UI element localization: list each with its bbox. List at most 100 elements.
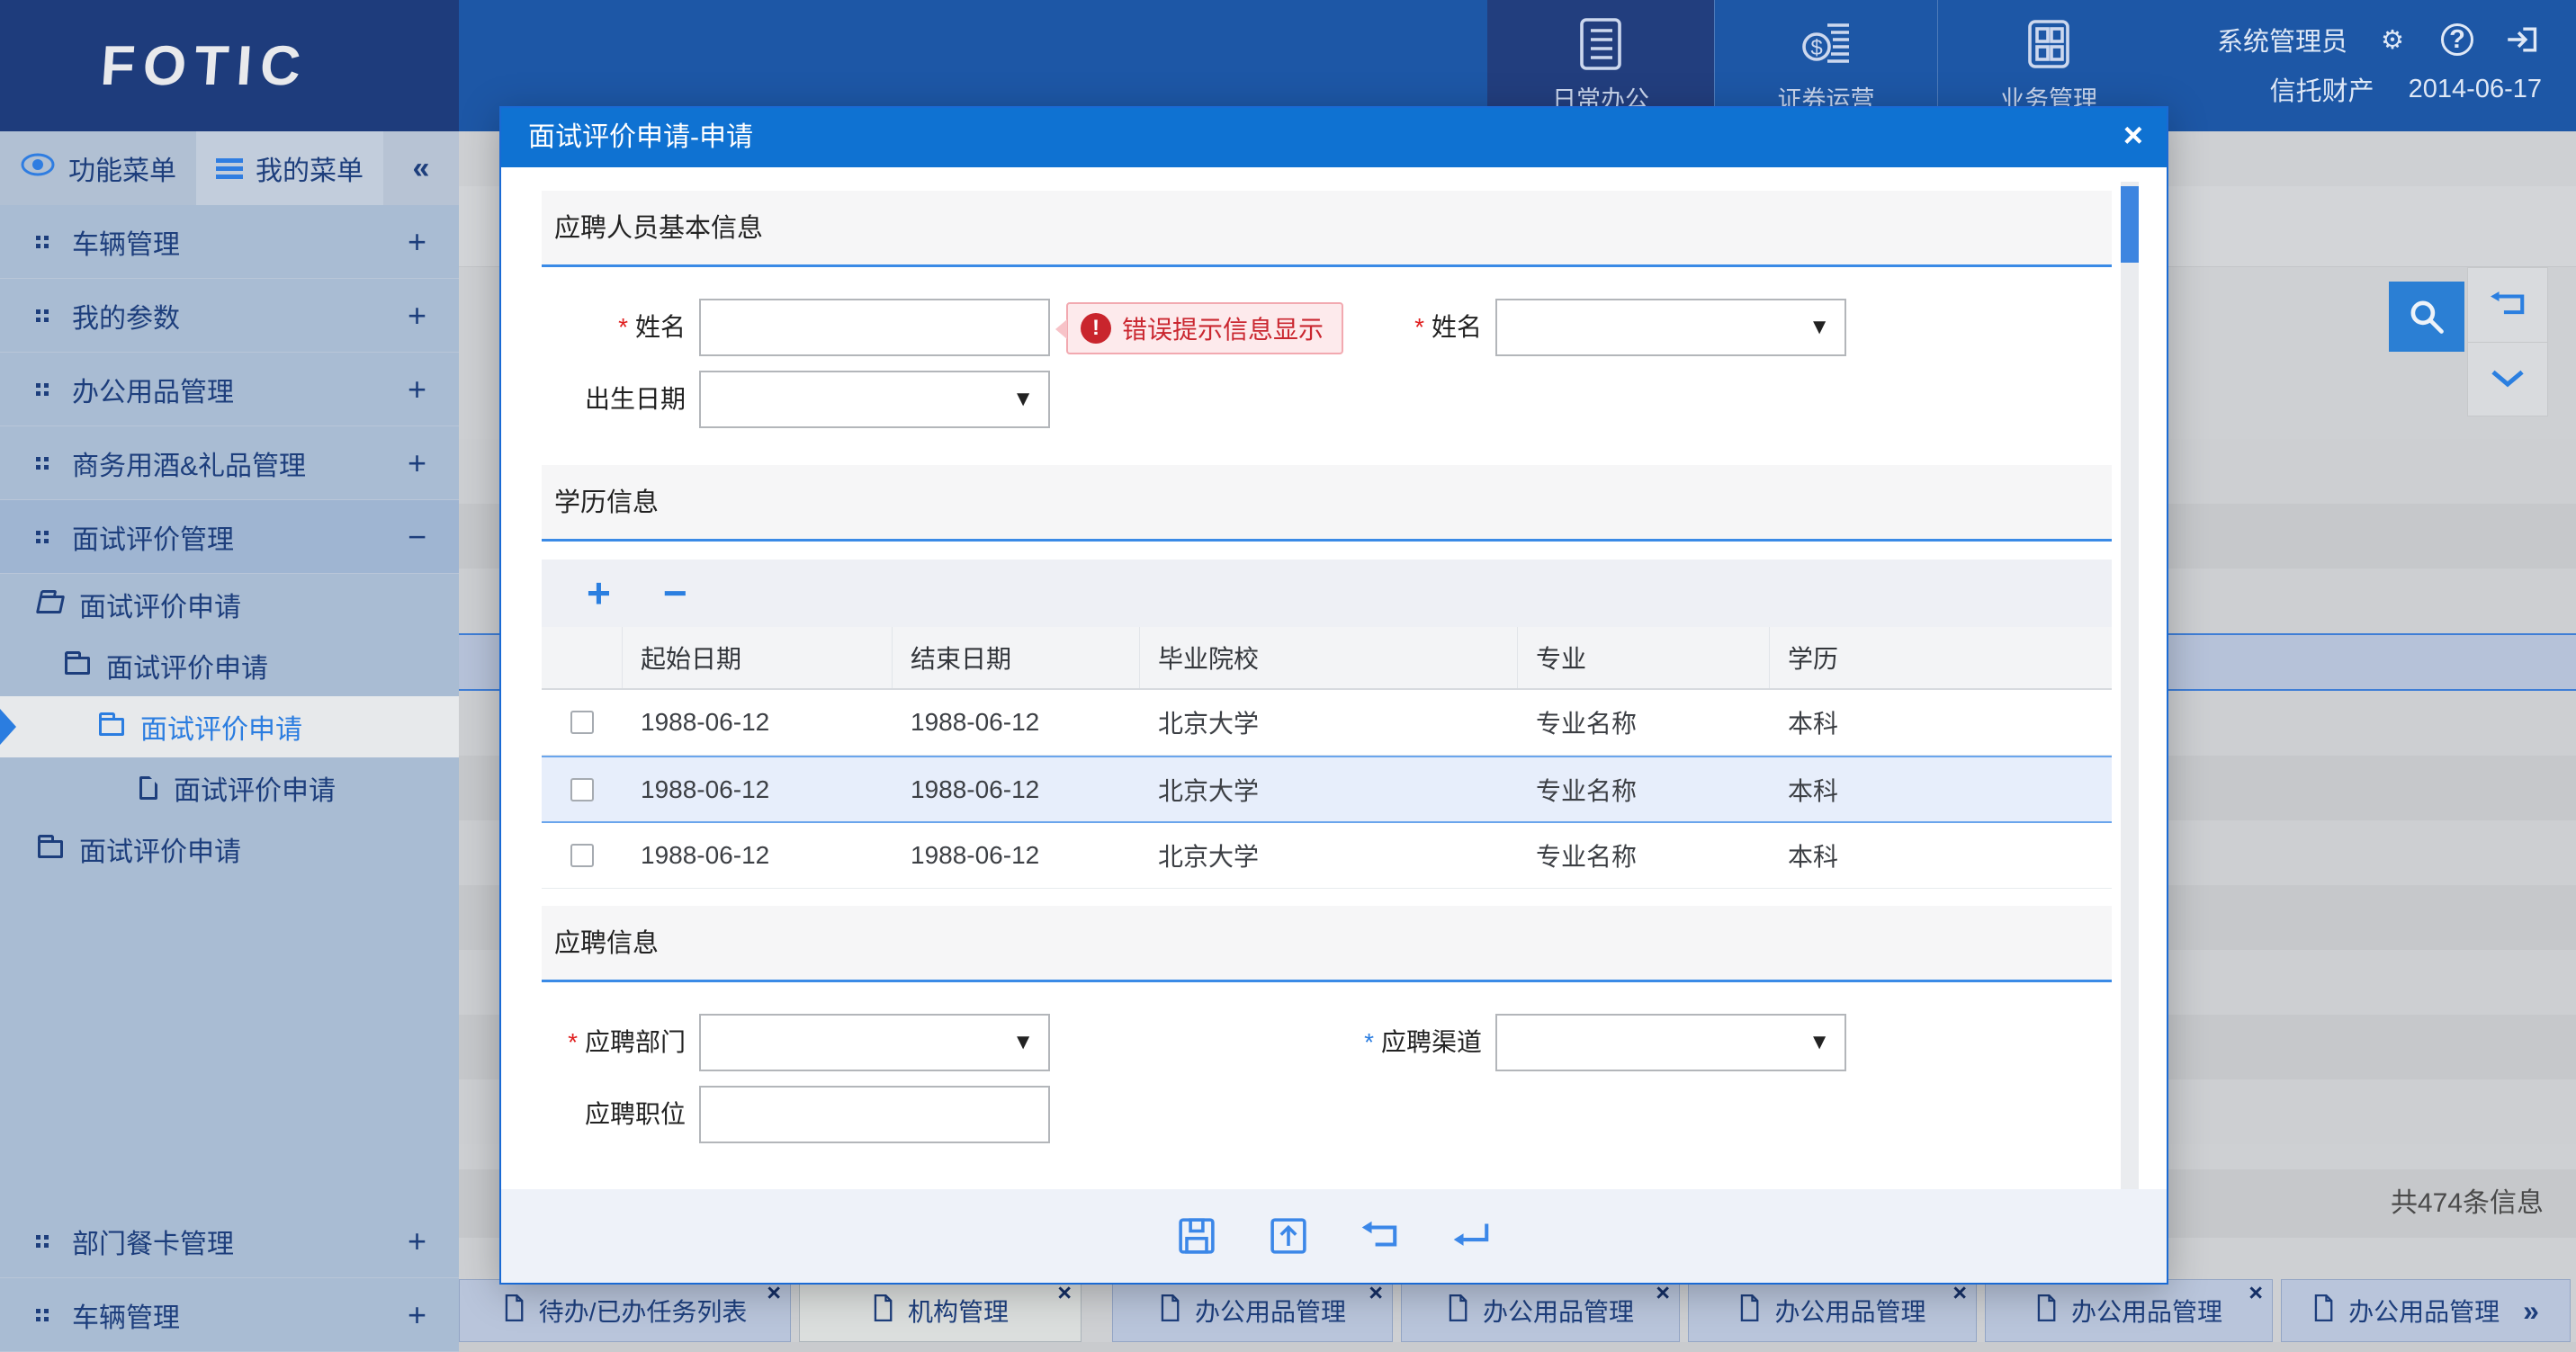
column-end-date: 结束日期: [893, 627, 1140, 688]
expand-toggle[interactable]: +: [408, 444, 426, 482]
page-tab[interactable]: 办公用品管理 × »: [1401, 1279, 1680, 1342]
tab-label: 办公用品管理: [1483, 1293, 1634, 1329]
tree-node[interactable]: 面试评价申请: [0, 574, 459, 635]
required-mark: *: [618, 313, 628, 341]
scrollbar-thumb[interactable]: [2121, 186, 2139, 263]
page-tab[interactable]: 办公用品管理 × »: [1112, 1279, 1393, 1342]
tab-label: 办公用品管理: [2348, 1293, 2500, 1329]
save-button[interactable]: [1176, 1215, 1217, 1257]
logout-icon[interactable]: [2502, 20, 2542, 59]
cell-end-date: 1988-06-12: [893, 823, 1140, 888]
sidebar-group[interactable]: 部门餐卡管理 +: [0, 1204, 459, 1278]
expand-toggle[interactable]: +: [408, 297, 426, 335]
expand-toggle[interactable]: +: [408, 1222, 426, 1260]
page-tab[interactable]: 待办/已办任务列表 × »: [459, 1279, 791, 1342]
row-checkbox[interactable]: [570, 711, 594, 734]
securities-icon: $: [1715, 14, 1937, 78]
name2-label: *姓名: [1302, 299, 1482, 356]
org-name: 信托财产: [2270, 70, 2374, 108]
expand-toggle[interactable]: +: [408, 1296, 426, 1334]
page-tab[interactable]: 办公用品管理 × »: [1688, 1279, 1977, 1342]
group-label: 商务用酒&礼品管理: [72, 443, 408, 483]
group-label: 我的参数: [72, 296, 408, 336]
dialog-footer: [501, 1189, 2167, 1283]
menu-icon: [216, 158, 243, 163]
cell-school: 北京大学: [1140, 690, 1518, 755]
column-major: 专业: [1518, 627, 1770, 688]
cell-end-date: 1988-06-12: [893, 757, 1140, 821]
menu-tree: 面试评价申请 面试评价申请 面试评价申请 面试评价申请: [0, 574, 459, 880]
sidebar-group[interactable]: 办公用品管理 +: [0, 353, 459, 426]
row-checkbox[interactable]: [570, 844, 594, 867]
education-table-header: 起始日期 结束日期 毕业院校 专业 学历: [542, 627, 2112, 690]
save-icon: [1177, 1216, 1216, 1256]
column-degree: 学历: [1770, 627, 2112, 688]
document-icon: [1159, 1294, 1180, 1328]
help-icon[interactable]: ?: [2437, 20, 2477, 59]
chevron-down-icon: [2489, 367, 2527, 390]
undo-button[interactable]: [1360, 1215, 1401, 1257]
collapse-sidebar-button[interactable]: «: [383, 131, 459, 205]
cell-major: 专业名称: [1518, 757, 1770, 821]
remove-row-button[interactable]: −: [663, 560, 687, 627]
logo-block: FOTIC: [0, 0, 459, 131]
apply-dept-dropdown[interactable]: ▼: [699, 1014, 1050, 1071]
section-basic-info: 应聘人员基本信息: [542, 191, 2112, 267]
name-input[interactable]: [699, 299, 1050, 356]
settings-icon[interactable]: ⚙: [2373, 20, 2412, 59]
row-checkbox[interactable]: [570, 778, 594, 801]
sidebar-group[interactable]: 商务用酒&礼品管理 +: [0, 426, 459, 500]
apply-dept-label: *应聘部门: [524, 1014, 686, 1071]
cell-degree: 本科: [1770, 690, 2112, 755]
page-tab[interactable]: 机构管理 × »: [799, 1279, 1082, 1342]
tree-node[interactable]: 面试评价申请: [0, 819, 459, 880]
sidebar-group[interactable]: 车辆管理 +: [0, 1278, 459, 1352]
search-button[interactable]: [2389, 282, 2464, 352]
close-dialog-icon[interactable]: ×: [2123, 108, 2143, 164]
eye-icon: [20, 153, 56, 184]
name-label: *姓名: [533, 299, 686, 356]
tree-node[interactable]: 面试评价申请: [0, 635, 459, 696]
upload-button[interactable]: [1268, 1215, 1309, 1257]
dialog-scrollbar[interactable]: [2121, 182, 2139, 1189]
grid-dots-icon: [36, 457, 49, 470]
apply-position-input[interactable]: [699, 1086, 1050, 1143]
sidebar-group[interactable]: 我的参数 +: [0, 279, 459, 353]
birth-date-dropdown[interactable]: ▼: [699, 371, 1050, 428]
education-row[interactable]: 1988-06-12 1988-06-12 北京大学 专业名称 本科: [542, 756, 2112, 823]
dialog-title: 面试评价申请-申请: [528, 108, 753, 167]
search-side-panel: [2467, 267, 2548, 416]
tab-label: 功能菜单: [68, 148, 176, 188]
page-tab[interactable]: 办公用品管理 × »: [2281, 1279, 2571, 1342]
education-row[interactable]: 1988-06-12 1988-06-12 北京大学 专业名称 本科: [542, 690, 2112, 756]
page-tab[interactable]: 办公用品管理 × »: [1985, 1279, 2273, 1342]
expand-toggle[interactable]: +: [408, 371, 426, 408]
expand-toggle[interactable]: +: [408, 223, 426, 261]
tree-node[interactable]: 面试评价申请: [0, 757, 459, 819]
tab-my-menu[interactable]: 我的菜单: [196, 131, 383, 205]
enter-button[interactable]: [1451, 1215, 1493, 1257]
sidebar-tabs: 功能菜单 我的菜单 «: [0, 131, 459, 205]
sidebar-group[interactable]: 面试评价管理 −: [0, 500, 459, 574]
tab-function-menu[interactable]: 功能菜单: [0, 131, 196, 205]
close-tab-icon[interactable]: ×: [2248, 1280, 2263, 1305]
expand-search-button[interactable]: [2468, 342, 2547, 416]
sidebar-group[interactable]: 车辆管理 +: [0, 205, 459, 279]
undo-icon: [1360, 1219, 1401, 1253]
svg-text:$: $: [1810, 36, 1822, 60]
tab-label: 办公用品管理: [2071, 1293, 2222, 1329]
error-icon: !: [1081, 313, 1111, 344]
cell-start-date: 1988-06-12: [623, 757, 893, 821]
expand-toggle[interactable]: −: [408, 518, 426, 556]
education-row[interactable]: 1988-06-12 1988-06-12 北京大学 专业名称 本科: [542, 823, 2112, 889]
apply-channel-dropdown[interactable]: ▼: [1495, 1014, 1846, 1071]
cell-end-date: 1988-06-12: [893, 690, 1140, 755]
reset-button[interactable]: [2468, 268, 2547, 342]
tab-overflow-icon[interactable]: »: [2523, 1294, 2539, 1328]
tree-node-icon: [65, 657, 90, 675]
tree-node[interactable]: 面试评价申请: [0, 696, 459, 757]
group-label: 办公用品管理: [72, 370, 408, 409]
add-row-button[interactable]: +: [587, 560, 611, 627]
name2-dropdown[interactable]: ▼: [1495, 299, 1846, 356]
dialog-header[interactable]: 面试评价申请-申请 ×: [501, 108, 2167, 167]
